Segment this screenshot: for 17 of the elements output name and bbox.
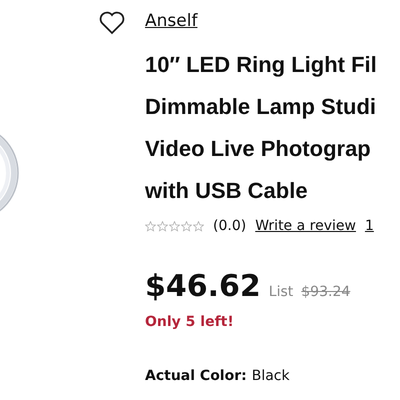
stock-note: Only 5 left!: [145, 314, 234, 330]
list-label: List: [268, 284, 294, 300]
star-icon: [181, 220, 192, 232]
star-icon: [157, 220, 168, 232]
rating-score: (0.0): [213, 218, 246, 234]
star-icon: [145, 220, 156, 232]
heart-icon[interactable]: [99, 11, 125, 35]
review-count-link[interactable]: 1: [364, 218, 374, 234]
color-label: Actual Color:: [145, 368, 247, 384]
list-price: $93.24: [301, 284, 350, 300]
star-icon: [169, 220, 180, 232]
write-review-link[interactable]: Write a review: [255, 218, 356, 234]
color-value: Black: [252, 368, 290, 384]
price: $46.62: [145, 269, 261, 304]
product-title: 10″ LED Ring Light Fil Dimmable Lamp Studi Video Live Photograp with USB Cable: [145, 51, 377, 205]
star-icon: [193, 220, 204, 232]
seller-link[interactable]: Anself: [145, 11, 198, 31]
